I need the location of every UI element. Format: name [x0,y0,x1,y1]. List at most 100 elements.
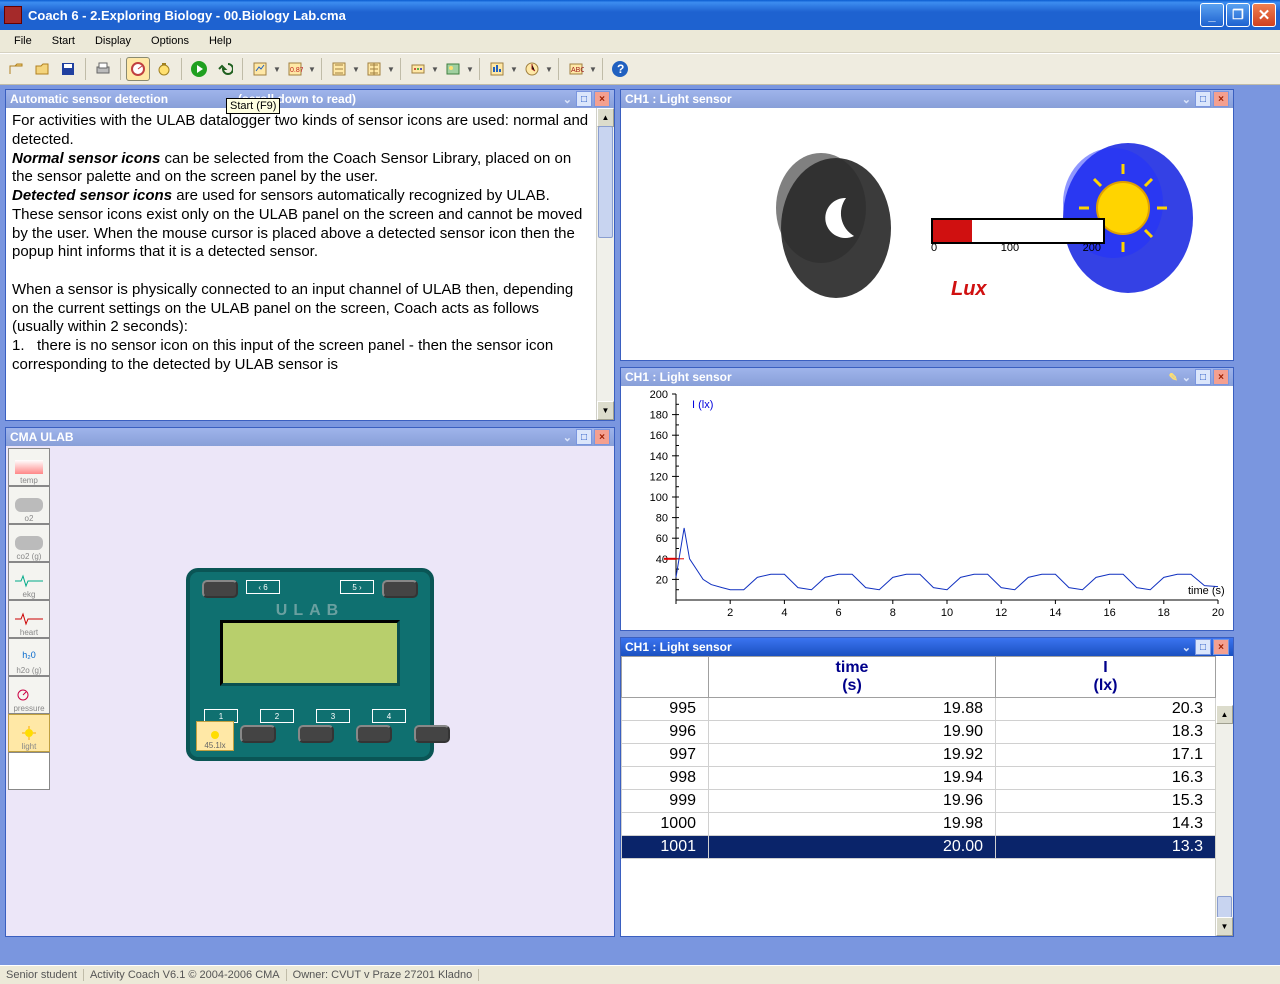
help-icon[interactable]: ? [608,57,632,81]
sensor-ekg[interactable]: ekg [8,562,50,600]
tool2-dropdown[interactable]: ▼ [307,65,316,74]
reset-icon[interactable] [213,57,237,81]
panel-max-icon[interactable]: □ [576,429,592,445]
status-version: Activity Coach V6.1 © 2004-2006 CMA [84,969,287,981]
tool7-icon[interactable] [485,57,509,81]
menu-start[interactable]: Start [42,33,85,49]
minimize-button[interactable]: _ [1200,3,1224,27]
tool8-dropdown[interactable]: ▼ [544,65,553,74]
sensor-heart[interactable]: heart [8,600,50,638]
panel-dropdown-icon[interactable]: ⌄ [1182,641,1193,654]
text-content: For activities with the ULAB datalogger … [6,108,614,406]
menu-file[interactable]: File [4,33,42,49]
table-row[interactable]: 99619.9018.3 [622,721,1216,744]
sensor-h2o[interactable]: h₂0h2o (g) [8,638,50,676]
chart-area[interactable]: 2040608010012014016018020024681012141618… [621,386,1233,648]
save-icon[interactable] [56,57,80,81]
panel-dropdown-icon[interactable]: ⌄ [1182,371,1193,384]
panel-close-icon[interactable]: × [1213,639,1229,655]
ulab-attached-sensor[interactable]: 45.1lx [196,721,234,751]
tool8-icon[interactable] [520,57,544,81]
tool1-dropdown[interactable]: ▼ [272,65,281,74]
menu-options[interactable]: Options [141,33,199,49]
scroll-up-icon[interactable]: ▲ [1216,705,1233,724]
panel-ulab-header[interactable]: CMA ULAB ⌄ □ × [6,428,614,446]
svg-text:20: 20 [1212,607,1224,619]
panel-close-icon[interactable]: × [594,91,610,107]
panel-close-icon[interactable]: × [594,429,610,445]
col-idx[interactable] [622,657,709,698]
app-icon [4,6,22,24]
tool4-icon[interactable] [362,57,386,81]
panel-dropdown-icon[interactable]: ⌄ [563,431,574,444]
maximize-button[interactable]: ❐ [1226,3,1250,27]
tool9-icon[interactable]: ABC [564,57,588,81]
text-scrollbar[interactable]: ▲ ▼ [596,108,614,420]
light-meter-bar [931,218,1105,244]
timer-icon[interactable] [152,57,176,81]
svg-text:60: 60 [656,533,668,545]
menu-display[interactable]: Display [85,33,141,49]
ulab-btn-1[interactable] [240,725,276,743]
tool7-dropdown[interactable]: ▼ [509,65,518,74]
ulab-btn-top-right[interactable] [382,580,418,598]
panel-close-icon[interactable]: × [1213,369,1229,385]
table-row[interactable]: 99519.8820.3 [622,698,1216,721]
close-button[interactable]: ✕ [1252,3,1276,27]
tool5-icon[interactable] [406,57,430,81]
sensor-pressure[interactable]: pressure [8,676,50,714]
panel-max-icon[interactable]: □ [576,91,592,107]
tool3-icon[interactable] [327,57,351,81]
tool2-icon[interactable]: 0.87 [283,57,307,81]
panel-max-icon[interactable]: □ [1195,369,1211,385]
panel-dropdown-icon[interactable]: ⌄ [1182,93,1193,106]
scroll-down-icon[interactable]: ▼ [1216,917,1233,936]
panel-table-header[interactable]: CH1 : Light sensor ⌄ □ × [621,638,1233,656]
panel-max-icon[interactable]: □ [1195,639,1211,655]
panel-dropdown-icon[interactable]: ⌄ [563,93,574,106]
open-icon[interactable] [4,57,28,81]
panel-close-icon[interactable]: × [1213,91,1229,107]
scroll-thumb[interactable] [1217,896,1232,918]
ulab-btn-2[interactable] [298,725,334,743]
tool3-dropdown[interactable]: ▼ [351,65,360,74]
scroll-down-icon[interactable]: ▼ [597,401,614,420]
tool9-dropdown[interactable]: ▼ [588,65,597,74]
tool6-dropdown[interactable]: ▼ [465,65,474,74]
panel-text-title: Automatic sensor detection [10,92,168,106]
table-row[interactable]: 100019.9814.3 [622,813,1216,836]
sensor-temp[interactable]: temp [8,448,50,486]
print-icon[interactable] [91,57,115,81]
tool6-icon[interactable] [441,57,465,81]
panel-light-header[interactable]: CH1 : Light sensor ⌄ □ × [621,90,1233,108]
search-icon[interactable]: ✎ [1169,371,1180,384]
tool5-dropdown[interactable]: ▼ [430,65,439,74]
scroll-thumb[interactable] [598,126,613,238]
panel-max-icon[interactable]: □ [1195,91,1211,107]
sensor-co2[interactable]: co2 (g) [8,524,50,562]
sensor-o2[interactable]: o2 [8,486,50,524]
panel-toggle-icon[interactable] [126,57,150,81]
panel-text-header[interactable]: Automatic sensor detection (scroll down … [6,90,614,108]
table-row[interactable]: 100120.0013.3 [622,836,1216,859]
svg-text:10: 10 [941,607,953,619]
sensor-empty[interactable] [8,752,50,790]
ulab-btn-top-left[interactable] [202,580,238,598]
table-scrollbar[interactable]: ▲ ▼ [1215,705,1233,936]
start-button[interactable] [187,57,211,81]
tool1-icon[interactable] [248,57,272,81]
table-row[interactable]: 99819.9416.3 [622,767,1216,790]
col-val[interactable]: I(lx) [996,657,1216,698]
panel-chart-header[interactable]: CH1 : Light sensor ✎ ⌄ □ × [621,368,1233,386]
table-row[interactable]: 99719.9217.1 [622,744,1216,767]
col-time[interactable]: time(s) [709,657,996,698]
table-row[interactable]: 99919.9615.3 [622,790,1216,813]
open2-icon[interactable] [30,57,54,81]
data-table[interactable]: time(s) I(lx) 99519.8820.399619.9018.399… [621,656,1216,859]
scroll-up-icon[interactable]: ▲ [597,108,614,127]
ulab-btn-3[interactable] [356,725,392,743]
sensor-light[interactable]: light [8,714,50,752]
menu-help[interactable]: Help [199,33,242,49]
tool4-dropdown[interactable]: ▼ [386,65,395,74]
ulab-btn-4[interactable] [414,725,450,743]
